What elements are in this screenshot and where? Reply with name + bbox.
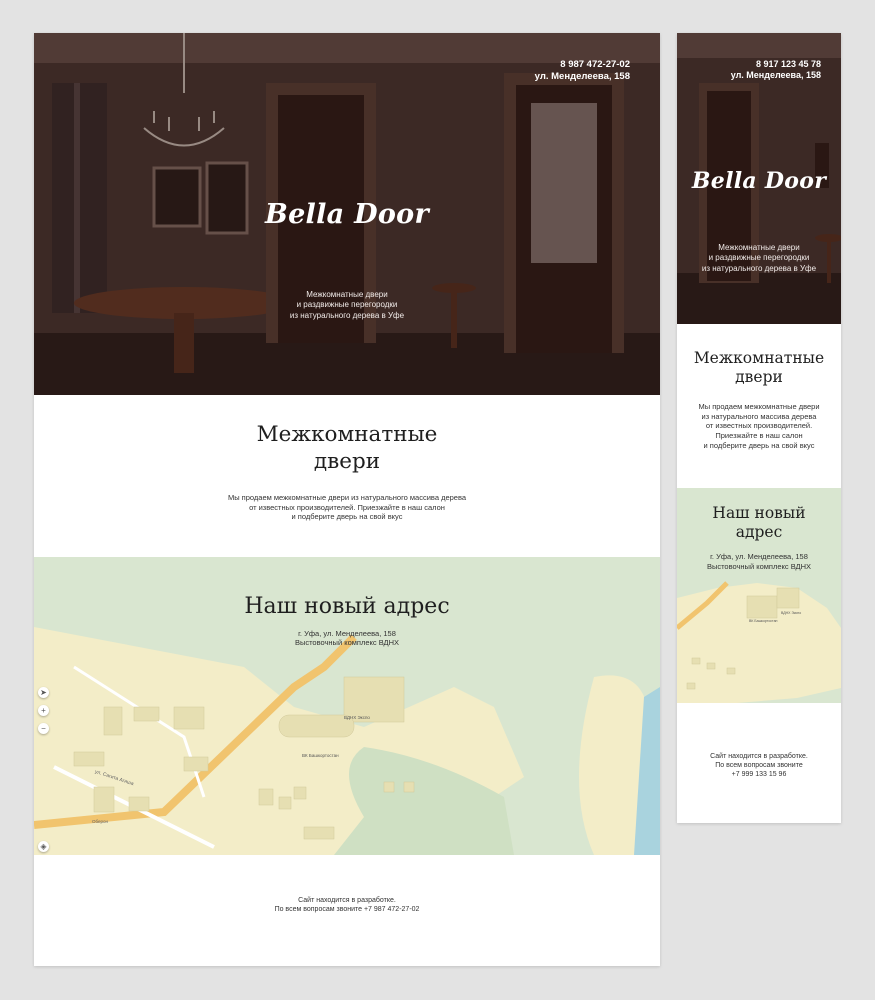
footer-line: Сайт находится в разработке. bbox=[298, 897, 396, 904]
tagline-line: и раздвижные перегородки bbox=[296, 300, 398, 310]
doors-text-line: Мы продаем межкомнатные двери из натурал… bbox=[227, 492, 467, 502]
hero-banner: 8 917 123 45 78 ул. Менделеева, 158 Bell… bbox=[677, 33, 841, 324]
map-label-building1: ВДНХ Экспо bbox=[344, 715, 370, 720]
footer-line: +7 999 133 15 96 bbox=[731, 771, 787, 779]
doors-title-line: двери bbox=[313, 448, 381, 474]
doors-title: Межкомнатные двери bbox=[677, 349, 841, 388]
address-map-section: ВДНХ Экспо ВК Башкортостан Наш новый адр… bbox=[677, 488, 841, 746]
address-line: г. Уфа, ул. Менделеева, 158 bbox=[298, 628, 396, 638]
map-zoom-out-button[interactable]: − bbox=[38, 723, 49, 734]
doors-section: Межкомнатные двери Мы продаем межкомнатн… bbox=[677, 324, 841, 488]
doors-title-line: Межкомнатные bbox=[256, 422, 438, 447]
address-title: Наш новый адрес bbox=[677, 504, 841, 543]
doors-text-line: из натурального массива дерева bbox=[701, 411, 817, 421]
doors-title-line: Межкомнатные bbox=[693, 349, 825, 367]
footer-line: По всем вопросам звоните bbox=[715, 762, 803, 770]
doors-description: Мы продаем межкомнатные двери из натурал… bbox=[34, 493, 660, 522]
hero-banner: 8 987 472-27-02 ул. Менделеева, 158 Bell… bbox=[34, 33, 660, 395]
map-label-poi: Оберон bbox=[92, 819, 109, 824]
tagline-line: из натурального дерева в Уфе bbox=[701, 263, 817, 273]
doors-text-line: Мы продаем межкомнатные двери bbox=[698, 401, 820, 411]
tagline-line: и раздвижные перегородки bbox=[708, 253, 810, 263]
tagline-line: Межкомнатные двери bbox=[306, 290, 388, 299]
tagline-line: Межкомнатные двери bbox=[718, 243, 800, 252]
page-footer: Сайт находится в разработке. По всем воп… bbox=[677, 752, 841, 779]
map-label-building1: ВДНХ Экспо bbox=[781, 611, 802, 615]
doors-text-line: и подберите дверь на свой вкус bbox=[703, 440, 815, 450]
desktop-page-mockup: 8 987 472-27-02 ул. Менделеева, 158 Bell… bbox=[34, 33, 660, 966]
map-label-building2: ВК Башкортостан bbox=[749, 619, 778, 623]
doors-text-line: Приезжайте в наш салон bbox=[715, 431, 803, 440]
site-logo[interactable]: Bella Door bbox=[34, 199, 660, 230]
address-short: ул. Менделеева, 158 bbox=[730, 70, 821, 81]
map-zoom-in-button[interactable]: + bbox=[38, 705, 49, 716]
address-lines: г. Уфа, ул. Менделеева, 158 Выстовочный … bbox=[34, 629, 660, 649]
address-lines: г. Уфа, ул. Менделеева, 158 Выстовочный … bbox=[677, 552, 841, 572]
address-title-line: адрес bbox=[735, 523, 783, 542]
mobile-page-mockup: 8 917 123 45 78 ул. Менделеева, 158 Bell… bbox=[677, 33, 841, 823]
tagline-line: из натурального дерева в Уфе bbox=[289, 310, 405, 320]
hero-tagline: Межкомнатные двери и раздвижные перегоро… bbox=[34, 290, 660, 321]
doors-section: Межкомнатные двери Мы продаем межкомнатн… bbox=[34, 395, 660, 557]
address-block: Наш новый адрес г. Уфа, ул. Менделеева, … bbox=[677, 504, 841, 571]
phone-number[interactable]: 8 987 472-27-02 bbox=[535, 59, 630, 71]
phone-number[interactable]: 8 917 123 45 78 bbox=[731, 59, 821, 70]
map-locate-button[interactable]: ➤ bbox=[38, 687, 49, 698]
address-line: Выстовочный комплекс ВДНХ bbox=[294, 638, 400, 648]
address-short: ул. Менделеева, 158 bbox=[534, 70, 630, 82]
hero-tagline: Межкомнатные двери и раздвижные перегоро… bbox=[677, 243, 841, 274]
doors-description: Мы продаем межкомнатные двери из натурал… bbox=[677, 402, 841, 451]
doors-text-line: и подберите дверь на свой вкус bbox=[291, 512, 403, 522]
doors-title-line: двери bbox=[735, 368, 783, 387]
address-map-section: ВДНХ Экспо ВК Башкортостан ул. Сагита Аг… bbox=[34, 557, 660, 855]
map-label-building2: ВК Башкортостан bbox=[302, 753, 339, 758]
doors-text-line: от известных производителей. bbox=[705, 421, 813, 431]
header-contacts: 8 917 123 45 78 ул. Менделеева, 158 bbox=[731, 59, 821, 82]
header-contacts: 8 987 472-27-02 ул. Менделеева, 158 bbox=[535, 59, 630, 83]
site-logo[interactable]: Bella Door bbox=[677, 168, 841, 194]
address-block: Наш новый адрес г. Уфа, ул. Менделеева, … bbox=[34, 593, 660, 648]
page-footer: Сайт находится в разработке. По всем воп… bbox=[34, 896, 660, 914]
footer-line: Сайт находится в разработке. bbox=[710, 753, 808, 760]
map-layers-button[interactable]: ◈ bbox=[38, 841, 49, 852]
address-title: Наш новый адрес bbox=[244, 594, 450, 619]
address-line: г. Уфа, ул. Менделеева, 158 bbox=[710, 551, 808, 561]
doors-text-line: от известных производителей. Приезжайте … bbox=[249, 502, 445, 512]
address-title-line: Наш новый bbox=[712, 504, 806, 522]
doors-title: Межкомнатные двери bbox=[34, 422, 660, 476]
address-line: Выстовочный комплекс ВДНХ bbox=[706, 561, 812, 571]
footer-line: По всем вопросам звоните +7 987 472-27-0… bbox=[274, 906, 420, 914]
